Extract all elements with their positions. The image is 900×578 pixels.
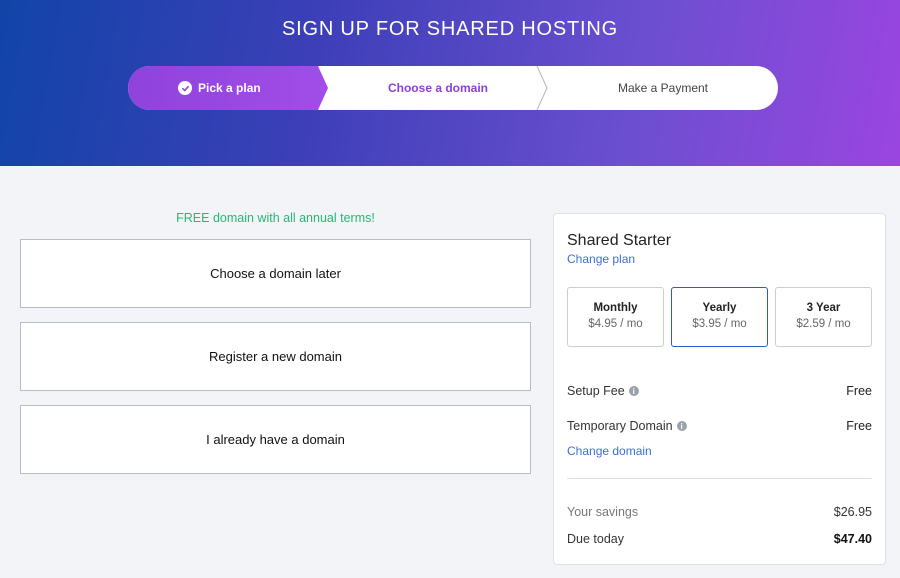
term-price: $4.95 / mo [588,318,643,330]
step-divider-chevron-icon [536,66,548,110]
divider [567,478,872,479]
savings-label: Your savings [567,505,639,519]
step-pick-a-plan[interactable]: Pick a plan [128,66,328,110]
term-name: Yearly [702,302,737,314]
option-label: Choose a domain later [210,266,341,281]
due-today-label: Due today [567,532,624,546]
due-today-value: $47.40 [833,532,872,546]
term-3-year[interactable]: 3 Year $2.59 / mo [775,287,872,347]
temporary-domain-label-wrap: Temporary Domain i [567,419,687,433]
free-domain-note: FREE domain with all annual terms! [176,211,375,225]
order-summary-card: Shared Starter Change plan Monthly $4.95… [553,213,886,565]
hero-banner: SIGN UP FOR SHARED HOSTING Pick a plan C… [0,0,900,166]
term-price: $3.95 / mo [692,318,747,330]
savings-value: $26.95 [833,505,872,519]
savings-row: Your savings $26.95 [567,505,872,519]
term-yearly[interactable]: Yearly $3.95 / mo [671,287,768,347]
setup-fee-label-wrap: Setup Fee i [567,384,639,398]
info-icon[interactable]: i [628,386,639,396]
have-domain-button[interactable]: I already have a domain [20,405,531,474]
term-name: 3 Year [806,302,841,314]
progress-stepper: Pick a plan Choose a domain Make a Payme… [128,66,778,110]
option-label: I already have a domain [206,432,345,447]
step-label: Make a Payment [617,81,709,95]
change-plan-link[interactable]: Change plan [567,252,635,266]
option-label: Register a new domain [209,349,342,364]
setup-fee-value: Free [846,384,872,398]
change-domain-link[interactable]: Change domain [567,444,652,458]
checkmark-icon [178,81,192,95]
step-choose-a-domain[interactable]: Choose a domain [328,66,548,110]
register-new-domain-button[interactable]: Register a new domain [20,322,531,391]
term-monthly[interactable]: Monthly $4.95 / mo [567,287,664,347]
step-label: Choose a domain [387,81,488,95]
choose-domain-later-button[interactable]: Choose a domain later [20,239,531,308]
info-icon[interactable]: i [676,421,687,431]
setup-fee-row: Setup Fee i Free [567,384,872,398]
setup-fee-label: Setup Fee [567,384,625,398]
due-today-row: Due today $47.40 [567,532,872,546]
step-make-a-payment[interactable]: Make a Payment [548,66,778,110]
page-title: SIGN UP FOR SHARED HOSTING [281,18,619,40]
temporary-domain-row: Temporary Domain i Free [567,419,872,433]
step-label: Pick a plan [198,81,261,95]
plan-name: Shared Starter [567,232,672,249]
term-price: $2.59 / mo [796,318,851,330]
temporary-domain-label: Temporary Domain [567,419,673,433]
temporary-domain-value: Free [846,419,872,433]
term-name: Monthly [593,302,638,314]
